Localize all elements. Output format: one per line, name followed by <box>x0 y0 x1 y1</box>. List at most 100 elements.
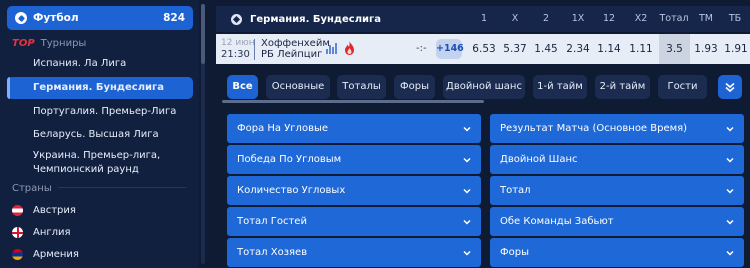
country-label: Армения <box>33 249 79 260</box>
country-label: Австрия <box>33 205 76 216</box>
odd-total-over[interactable]: 1.91 <box>722 34 750 64</box>
market-panel[interactable]: Фора На Угловые <box>227 114 481 143</box>
soccer-ball-icon <box>15 12 27 24</box>
chevron-down-icon <box>726 219 734 225</box>
tabs-scroll-indicator[interactable] <box>222 100 484 103</box>
event-time: 21:30 <box>221 49 250 60</box>
sidebar-item-league-active[interactable]: Германия. Бундеслига <box>7 77 193 99</box>
odd-total-value: 3.5 <box>659 34 690 64</box>
market-panel[interactable]: Количество Угловых <box>227 176 481 205</box>
filter-tab-all[interactable]: Все <box>227 75 258 99</box>
market-label: Тотал Гостей <box>237 216 307 227</box>
odd-1x[interactable]: 2.34 <box>564 34 592 64</box>
sport-event-count: 824 <box>163 12 185 24</box>
sidebar-item-country[interactable]: Армения <box>12 249 79 260</box>
main-content: Германия. Бундеслига 1 X 2 1X 12 X2 Тота… <box>216 0 750 268</box>
country-label: Англия <box>33 227 71 238</box>
armenia-flag-icon <box>12 249 23 260</box>
double-chevron-down-icon <box>725 82 735 93</box>
market-label: Победа По Угловым <box>237 154 342 165</box>
chevron-down-icon <box>463 188 471 194</box>
austria-flag-icon <box>12 205 23 216</box>
column-header: 12 <box>602 13 616 24</box>
odd-1[interactable]: 6.53 <box>470 34 498 64</box>
market-label: Форы <box>500 247 529 258</box>
league-header: Германия. Бундеслига 1 X 2 1X 12 X2 Тота… <box>216 6 750 32</box>
market-panel[interactable]: Двойной Шанс <box>490 145 744 174</box>
filter-tab-second-half[interactable]: 2-й тайм <box>595 75 650 99</box>
column-header: 2 <box>542 13 550 24</box>
odd-2[interactable]: 1.45 <box>532 34 560 64</box>
odd-12[interactable]: 1.14 <box>595 34 623 64</box>
column-header: X2 <box>634 13 648 24</box>
column-header: ТБ <box>728 13 742 24</box>
collapse-button[interactable] <box>718 75 742 99</box>
scrollbar-thumb[interactable] <box>201 4 205 64</box>
market-panel[interactable]: Тотал <box>490 176 744 205</box>
chevron-down-icon <box>726 250 734 256</box>
sidebar-item-league[interactable]: Португалия. Премьер-Лига <box>7 101 193 123</box>
england-flag-icon <box>12 227 23 238</box>
column-header: 1X <box>571 13 585 24</box>
market-label: Обе Команды Забьют <box>500 216 614 227</box>
chevron-down-icon <box>463 219 471 225</box>
filter-tab-away[interactable]: Гости <box>658 75 707 99</box>
event-date: 12 июн <box>221 38 255 48</box>
league-label: Беларусь. Высшая Лига <box>33 129 159 140</box>
market-panel[interactable]: Форы <box>490 238 744 267</box>
event-row[interactable]: 12 июн 21:30 Хоффенхейм РБ Лейпциг -:- +… <box>216 34 750 64</box>
league-title: Германия. Бундеслига <box>250 13 381 25</box>
fire-icon <box>345 41 354 55</box>
more-markets-button[interactable]: +146 <box>436 39 464 59</box>
tournaments-section-title: TOP Турниры <box>12 38 86 49</box>
sidebar-item-country[interactable]: Англия <box>12 227 71 238</box>
filter-tab-totals[interactable]: Тоталы <box>337 75 386 99</box>
statistics-icon[interactable] <box>326 43 337 54</box>
league-label: Германия. Бундеслига <box>33 82 164 93</box>
sidebar-scrollbar[interactable] <box>201 4 205 264</box>
odd-x2[interactable]: 1.11 <box>627 34 655 64</box>
sidebar-item-league[interactable]: Украина. Премьер-лига, Чемпионский раунд <box>7 148 193 178</box>
odd-x[interactable]: 5.37 <box>501 34 529 64</box>
home-team[interactable]: Хоффенхейм <box>261 38 330 49</box>
market-panel[interactable]: Победа По Угловым <box>227 145 481 174</box>
away-team[interactable]: РБ Лейпциг <box>261 49 322 60</box>
soccer-ball-icon <box>231 13 242 25</box>
market-label: Двойной Шанс <box>500 154 578 165</box>
sidebar-item-league[interactable]: Беларусь. Высшая Лига <box>7 124 193 146</box>
filter-tab-handicaps[interactable]: Форы <box>394 75 435 99</box>
filter-tab-double-chance[interactable]: Двойной шанс <box>443 75 525 99</box>
filter-tab-first-half[interactable]: 1-й тайм <box>533 75 587 99</box>
event-score: -:- <box>416 43 427 54</box>
league-label: Португалия. Премьер-Лига <box>33 106 177 117</box>
column-header: 1 <box>480 13 488 24</box>
chevron-down-icon <box>726 126 734 132</box>
market-label: Тотал Хозяев <box>237 247 308 258</box>
filter-tab-main[interactable]: Основные <box>266 75 330 99</box>
chevron-down-icon <box>463 157 471 163</box>
column-header: ТМ <box>699 13 713 24</box>
sidebar: Футбол 824 TOP Турниры Испания. Ла Лига … <box>0 0 199 268</box>
league-label: Украина. Премьер-лига, Чемпионский раунд <box>33 150 161 175</box>
market-panel[interactable]: Результат Матча (Основное Время) <box>490 114 744 143</box>
market-label: Тотал <box>500 185 531 196</box>
tournaments-title: Турниры <box>40 38 87 49</box>
countries-section-title: Страны <box>12 183 58 194</box>
top-badge: TOP <box>12 38 35 49</box>
chevron-down-icon <box>463 250 471 256</box>
sport-name: Футбол <box>33 12 79 24</box>
market-panel[interactable]: Обе Команды Забьют <box>490 207 744 236</box>
sport-header-football[interactable]: Футбол 824 <box>7 6 193 30</box>
column-header: Тотал <box>659 13 689 24</box>
column-header: X <box>511 13 519 24</box>
sidebar-item-league[interactable]: Испания. Ла Лига <box>7 53 193 75</box>
market-label: Фора На Угловые <box>237 123 329 134</box>
countries-title: Страны <box>12 183 52 194</box>
market-panel[interactable]: Тотал Гостей <box>227 207 481 236</box>
sidebar-item-country[interactable]: Австрия <box>12 205 76 216</box>
market-panel[interactable]: Тотал Хозяев <box>227 238 481 267</box>
team-separator <box>254 39 255 60</box>
chevron-down-icon <box>463 126 471 132</box>
odd-total-under[interactable]: 1.93 <box>693 34 719 64</box>
market-label: Количество Угловых <box>237 185 346 196</box>
